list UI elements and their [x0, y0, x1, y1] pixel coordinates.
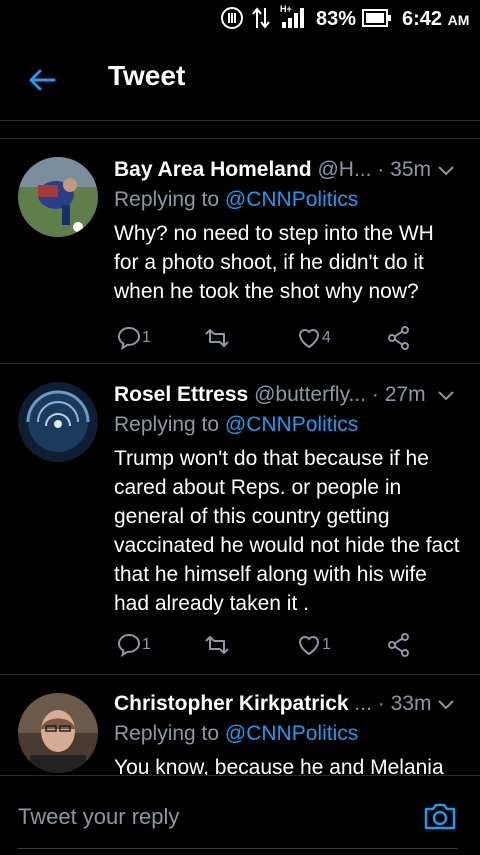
- data-transfer-icon: [252, 6, 270, 36]
- author-handle[interactable]: @H...: [317, 158, 371, 181]
- clock-ampm: AM: [447, 12, 470, 28]
- mention-link[interactable]: @CNNPolitics: [225, 413, 358, 436]
- like-button[interactable]: 4: [296, 323, 331, 353]
- composer-underline: [18, 848, 458, 849]
- tweet-time: 27m: [384, 383, 426, 406]
- reply-icon: [117, 633, 141, 658]
- page-title: Tweet: [108, 60, 186, 91]
- author-name[interactable]: Christopher Kirkpatrick: [114, 692, 349, 715]
- like-count: 4: [322, 329, 331, 346]
- mention-link[interactable]: @CNNPolitics: [225, 722, 358, 745]
- heart-icon: [298, 329, 320, 349]
- feed-divider: [0, 120, 480, 139]
- replying-to-label: Replying to: [114, 188, 220, 211]
- tweet-content: Christopher Kirkpatrick ... · 33m Replyi…: [114, 689, 462, 775]
- separator-dot: ·: [377, 158, 385, 181]
- tweet-text: Trump won't do that because if he cared …: [114, 447, 460, 615]
- tweet-header: Christopher Kirkpatrick ... · 33m: [114, 689, 462, 719]
- author-name[interactable]: Bay Area Homeland: [114, 158, 312, 181]
- retweet-icon: [205, 329, 229, 347]
- data-saver-icon: [220, 6, 244, 36]
- chevron-down-icon[interactable]: [436, 159, 456, 179]
- author-handle[interactable]: ...: [354, 692, 372, 715]
- top-app-bar: Tweet: [0, 38, 480, 121]
- chevron-down-icon[interactable]: [436, 693, 456, 713]
- tweet-text: Why? no need to step into the WH for a p…: [114, 222, 434, 303]
- replying-to-label: Replying to: [114, 413, 220, 436]
- signal-icon: H+: [278, 2, 306, 36]
- share-button[interactable]: [386, 323, 412, 353]
- avatar[interactable]: [18, 382, 98, 462]
- tweet[interactable]: Bay Area Homeland @H... · 35m Replying t…: [0, 139, 480, 364]
- retweet-button[interactable]: [204, 323, 230, 353]
- status-bar: H+ 83% 6:42 AM: [0, 0, 480, 38]
- reply-button[interactable]: 1: [116, 323, 151, 353]
- tweet-header: Bay Area Homeland @H... · 35m: [114, 155, 462, 185]
- reply-composer: Tweet your reply: [0, 775, 480, 855]
- camera-icon[interactable]: [422, 798, 458, 834]
- avatar[interactable]: [18, 157, 98, 237]
- reply-count: 1: [142, 636, 151, 653]
- author-handle[interactable]: @butterfly...: [254, 383, 366, 406]
- replying-to: Replying to @CNNPolitics: [114, 410, 462, 440]
- clock-time: 6:42: [402, 8, 443, 30]
- reply-count: 1: [142, 329, 151, 346]
- tweet-content: Rosel Ettress @butterfly... · 27m Replyi…: [114, 380, 462, 618]
- avatar[interactable]: [18, 693, 98, 773]
- share-button[interactable]: [386, 630, 412, 660]
- tweet-time: 35m: [390, 158, 432, 181]
- tweet-actions: 1 4: [0, 323, 480, 353]
- separator-dot: ·: [377, 692, 385, 715]
- mention-link[interactable]: @CNNPolitics: [225, 188, 358, 211]
- replying-to-label: Replying to: [114, 722, 220, 745]
- tweet-header: Rosel Ettress @butterfly... · 27m: [114, 380, 462, 410]
- retweet-button[interactable]: [204, 630, 230, 660]
- share-icon: [388, 326, 409, 350]
- tweet-time: 33m: [390, 692, 432, 715]
- separator-dot: ·: [371, 383, 379, 406]
- reply-button[interactable]: 1: [116, 630, 151, 660]
- network-type: H+: [280, 4, 292, 14]
- battery-icon: [362, 8, 392, 34]
- reply-feed[interactable]: Bay Area Homeland @H... · 35m Replying t…: [0, 120, 480, 775]
- tweet-actions: 1 1: [0, 630, 480, 660]
- author-name[interactable]: Rosel Ettress: [114, 383, 248, 406]
- replying-to: Replying to @CNNPolitics: [114, 185, 462, 215]
- tweet-content: Bay Area Homeland @H... · 35m Replying t…: [114, 155, 462, 306]
- tweet-text: You know, because he and Melania: [114, 756, 444, 775]
- tweet[interactable]: Rosel Ettress @butterfly... · 27m Replyi…: [0, 364, 480, 675]
- back-arrow-icon[interactable]: [26, 64, 58, 96]
- chevron-down-icon[interactable]: [436, 384, 456, 404]
- replying-to: Replying to @CNNPolitics: [114, 719, 462, 749]
- like-button[interactable]: 1: [296, 630, 331, 660]
- share-icon: [388, 633, 409, 657]
- battery-percent: 83%: [316, 8, 357, 30]
- clock: 6:42 AM: [402, 8, 469, 31]
- retweet-icon: [205, 636, 229, 654]
- reply-icon: [117, 326, 141, 351]
- like-count: 1: [322, 636, 331, 653]
- heart-icon: [298, 636, 320, 656]
- tweet[interactable]: Christopher Kirkpatrick ... · 33m Replyi…: [0, 675, 480, 775]
- reply-input[interactable]: Tweet your reply: [18, 804, 179, 830]
